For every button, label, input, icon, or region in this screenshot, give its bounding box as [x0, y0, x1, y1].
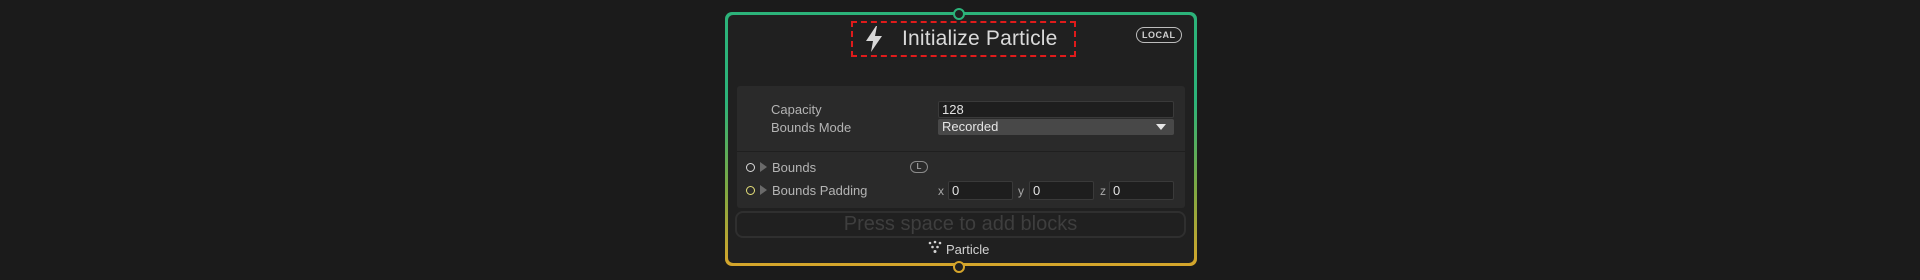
node-title: Initialize Particle [902, 27, 1058, 50]
canvas: Initialize Particle LOCAL Capacity 128 B… [0, 0, 1920, 280]
padding-x-axis-label: x [938, 184, 944, 198]
particle-system-icon [928, 240, 942, 259]
bounds-padding-expand-arrow-icon[interactable] [760, 185, 767, 195]
block-divider [737, 151, 1185, 152]
padding-y-field[interactable]: 0 [1029, 181, 1094, 200]
bounds-padding-label: Bounds Padding [772, 183, 868, 198]
padding-x-field[interactable]: 0 [948, 181, 1013, 200]
bounds-mode-label: Bounds Mode [771, 120, 852, 135]
output-flow-port[interactable] [953, 261, 965, 273]
bounds-mode-dropdown[interactable]: Recorded [938, 119, 1174, 135]
bounds-space-badge[interactable]: L [910, 161, 928, 173]
padding-z-field[interactable]: 0 [1109, 181, 1174, 200]
chevron-down-icon [1156, 124, 1166, 130]
capacity-label: Capacity [771, 102, 822, 117]
bounds-label: Bounds [772, 160, 817, 175]
output-label: Particle [946, 241, 990, 257]
add-blocks-placeholder[interactable]: Press space to add blocks [735, 211, 1186, 238]
bounds-expand-arrow-icon[interactable] [760, 162, 767, 172]
capacity-field[interactable]: 128 [938, 101, 1174, 118]
space-local-badge[interactable]: LOCAL [1136, 27, 1182, 43]
padding-z-axis-label: z [1100, 184, 1106, 198]
node-title-bar[interactable]: Initialize Particle [851, 21, 1076, 57]
bounds-padding-input-slot[interactable] [746, 186, 755, 195]
lightning-bolt-icon [864, 26, 884, 52]
input-flow-port[interactable] [953, 8, 965, 20]
output-particle: Particle [928, 240, 989, 258]
bounds-input-slot[interactable] [746, 163, 755, 172]
padding-y-axis-label: y [1018, 184, 1024, 198]
bounds-mode-value: Recorded [942, 119, 999, 134]
